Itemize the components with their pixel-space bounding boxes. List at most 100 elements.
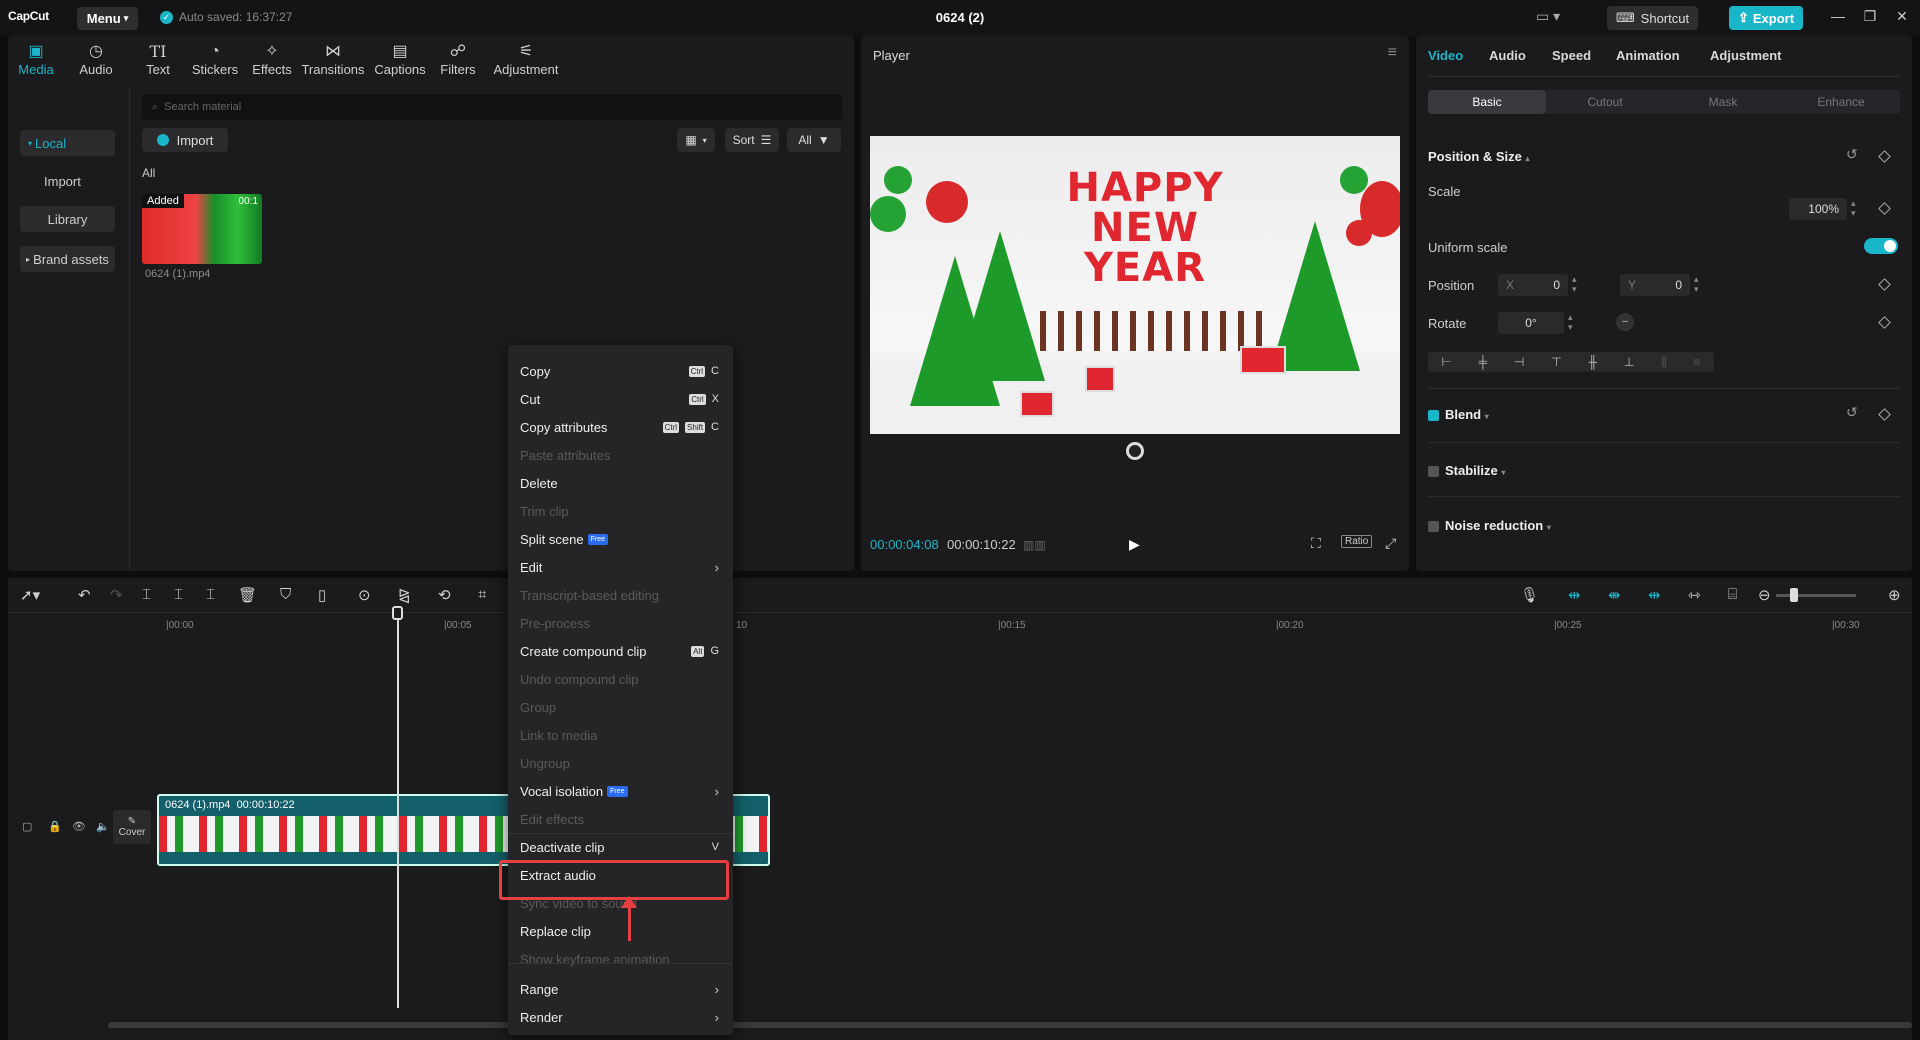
tab-audio-props[interactable]: Audio [1489, 48, 1526, 63]
sidebar-item-local[interactable]: ▾ Local [20, 130, 115, 156]
zoom-out-icon[interactable]: ⊖ [1758, 586, 1771, 604]
tab-filters[interactable]: ☍ Filters [434, 42, 482, 84]
menu-button[interactable]: Menu ▾ [77, 7, 138, 30]
fit-timeline-icon[interactable]: ⌸ [1728, 586, 1737, 603]
freeze-icon[interactable]: ▯ [318, 586, 326, 604]
camera-icon[interactable] [1126, 442, 1144, 460]
track-toggle-icon[interactable]: ▢ [22, 820, 32, 833]
scale-input[interactable]: 100% [1789, 198, 1847, 220]
blend-checkbox[interactable] [1428, 410, 1439, 421]
tab-animation[interactable]: Animation [1616, 48, 1680, 63]
menu-item-replace-clip[interactable]: Replace clip [508, 917, 733, 945]
menu-item-copy[interactable]: Copy Ctrl C [508, 357, 733, 385]
keyframe-icon[interactable] [1878, 408, 1891, 421]
waveform-icon[interactable]: ▥▥ [1023, 538, 1046, 552]
stepper-icon[interactable]: ▴ ▾ [1572, 274, 1577, 294]
noise-reduction-title[interactable]: Noise reduction ▾ [1445, 518, 1551, 533]
search-input[interactable]: ⌕ Search material [142, 94, 842, 120]
play-icon[interactable]: ▶ [1129, 536, 1140, 553]
close-icon[interactable]: ✕ [1892, 8, 1912, 28]
zoom-slider-handle[interactable] [1790, 588, 1798, 602]
keyframe-icon[interactable] [1878, 316, 1891, 329]
tab-adjustment-props[interactable]: Adjustment [1710, 48, 1782, 63]
menu-item-range[interactable]: Range › [508, 975, 733, 1003]
stabilize-title[interactable]: Stabilize ▾ [1445, 463, 1505, 478]
subtab-basic[interactable]: Basic [1428, 90, 1546, 114]
fullscreen-icon[interactable]: ⤢ [1385, 535, 1396, 552]
menu-item-create-compound-clip[interactable]: Create compound clip Alt G [508, 637, 733, 665]
tab-speed[interactable]: Speed [1552, 48, 1591, 63]
menu-item-edit[interactable]: Edit › [508, 553, 733, 581]
shortcut-button[interactable]: ⌨ Shortcut [1607, 6, 1698, 30]
layout-icon[interactable]: ▭ ▾ [1536, 8, 1580, 28]
menu-item-delete[interactable]: Delete [508, 469, 733, 497]
align-right-icon[interactable]: ⊣ [1514, 355, 1524, 369]
mirror-icon[interactable]: ⧎ [398, 586, 411, 604]
tab-transitions[interactable]: ⋈ Transitions [298, 42, 368, 84]
noise-reduction-checkbox[interactable] [1428, 521, 1439, 532]
rotate-dial-icon[interactable]: – [1616, 313, 1634, 331]
subtab-cutout[interactable]: Cutout [1546, 90, 1664, 114]
cover-button[interactable]: ✎ Cover [113, 810, 151, 844]
position-x-input[interactable]: X0 [1498, 274, 1568, 296]
keyframe-icon[interactable] [1878, 278, 1891, 291]
speed-icon[interactable]: ⊙ [358, 586, 371, 604]
position-size-title[interactable]: Position & Size ▴ [1428, 149, 1530, 164]
auto-snap-icon[interactable]: ⇼ [1608, 586, 1621, 604]
playhead-handle[interactable] [392, 606, 403, 620]
menu-item-split-scene[interactable]: Split scene Free [508, 525, 733, 553]
sidebar-item-brand-assets[interactable]: ▸ Brand assets [20, 246, 115, 272]
restore-icon[interactable]: ❐ [1860, 8, 1880, 28]
delete-icon[interactable]: 🗑 [238, 586, 257, 604]
export-button[interactable]: ⇪ Export [1729, 6, 1803, 30]
speaker-icon[interactable]: 🔈 [96, 820, 110, 833]
ratio-button[interactable]: Ratio [1341, 535, 1373, 548]
stepper-icon[interactable]: ▴ ▾ [1694, 274, 1699, 294]
tab-media[interactable]: ▣ Media [16, 42, 56, 84]
tab-captions[interactable]: ▤ Captions [372, 42, 428, 84]
media-thumbnail[interactable]: Added 00:1 [142, 194, 262, 264]
split-icon[interactable]: ⌶ [142, 586, 151, 603]
video-preview[interactable]: HAPPY NEW YEAR [870, 136, 1400, 434]
align-center-h-icon[interactable]: ╪ [1479, 355, 1488, 369]
timeline-scrollbar[interactable] [108, 1022, 1912, 1028]
align-bottom-icon[interactable]: ⊥ [1624, 355, 1634, 369]
align-left-icon[interactable]: ⊢ [1441, 355, 1451, 369]
align-center-v-icon[interactable]: ╫ [1589, 355, 1598, 369]
align-top-icon[interactable]: ⊤ [1551, 355, 1561, 369]
eye-icon[interactable]: 👁 [72, 820, 86, 833]
main-track-magnet-icon[interactable]: ⇹ [1568, 586, 1581, 604]
split-left-icon[interactable]: ⌶ [174, 586, 183, 603]
stepper-icon[interactable]: ▴ ▾ [1568, 312, 1573, 332]
tab-effects[interactable]: ✧ Effects [248, 42, 296, 84]
sort-button[interactable]: Sort ☰ [725, 128, 779, 152]
menu-item-copy-attributes[interactable]: Copy attributes Ctrl Shift C [508, 413, 733, 441]
view-mode-button[interactable]: ▦ ▾ [677, 128, 715, 152]
subtab-enhance[interactable]: Enhance [1782, 90, 1900, 114]
tab-video[interactable]: Video [1428, 48, 1463, 63]
zoom-in-icon[interactable]: ⊕ [1888, 586, 1901, 604]
stabilize-checkbox[interactable] [1428, 466, 1439, 477]
blend-title[interactable]: Blend ▾ [1445, 407, 1489, 422]
crop-icon[interactable]: ⌗ [478, 586, 486, 603]
split-right-icon[interactable]: ⌶ [206, 586, 215, 603]
undo-icon[interactable]: ↶ [78, 586, 91, 604]
sidebar-item-library[interactable]: Library [20, 206, 115, 232]
position-y-input[interactable]: Y0 [1620, 274, 1690, 296]
menu-item-deactivate-clip[interactable]: Deactivate clip V [508, 833, 733, 861]
hamburger-icon[interactable]: ≡ [1388, 44, 1397, 62]
reset-icon[interactable]: ↺ [1846, 146, 1858, 163]
import-button[interactable]: Import [142, 128, 228, 152]
fit-screen-icon[interactable]: ⛶ [1311, 535, 1321, 552]
sidebar-item-import[interactable]: Import [20, 168, 115, 194]
stepper-icon[interactable]: ▴ ▾ [1851, 198, 1856, 218]
filter-button[interactable]: All ▼ [787, 128, 841, 152]
menu-item-render[interactable]: Render › [508, 1003, 733, 1031]
preview-axis-icon[interactable]: ⇿ [1688, 586, 1701, 604]
uniform-scale-toggle[interactable] [1864, 238, 1898, 254]
timeline-ruler[interactable]: |00:00 |00:05 10 |00:15 |00:20 |00:25 |0… [88, 612, 1912, 638]
lock-icon[interactable]: 🔒 [48, 820, 62, 833]
subtab-mask[interactable]: Mask [1664, 90, 1782, 114]
keyframe-icon[interactable] [1878, 202, 1891, 215]
tab-audio[interactable]: ◷ Audio [76, 42, 116, 84]
